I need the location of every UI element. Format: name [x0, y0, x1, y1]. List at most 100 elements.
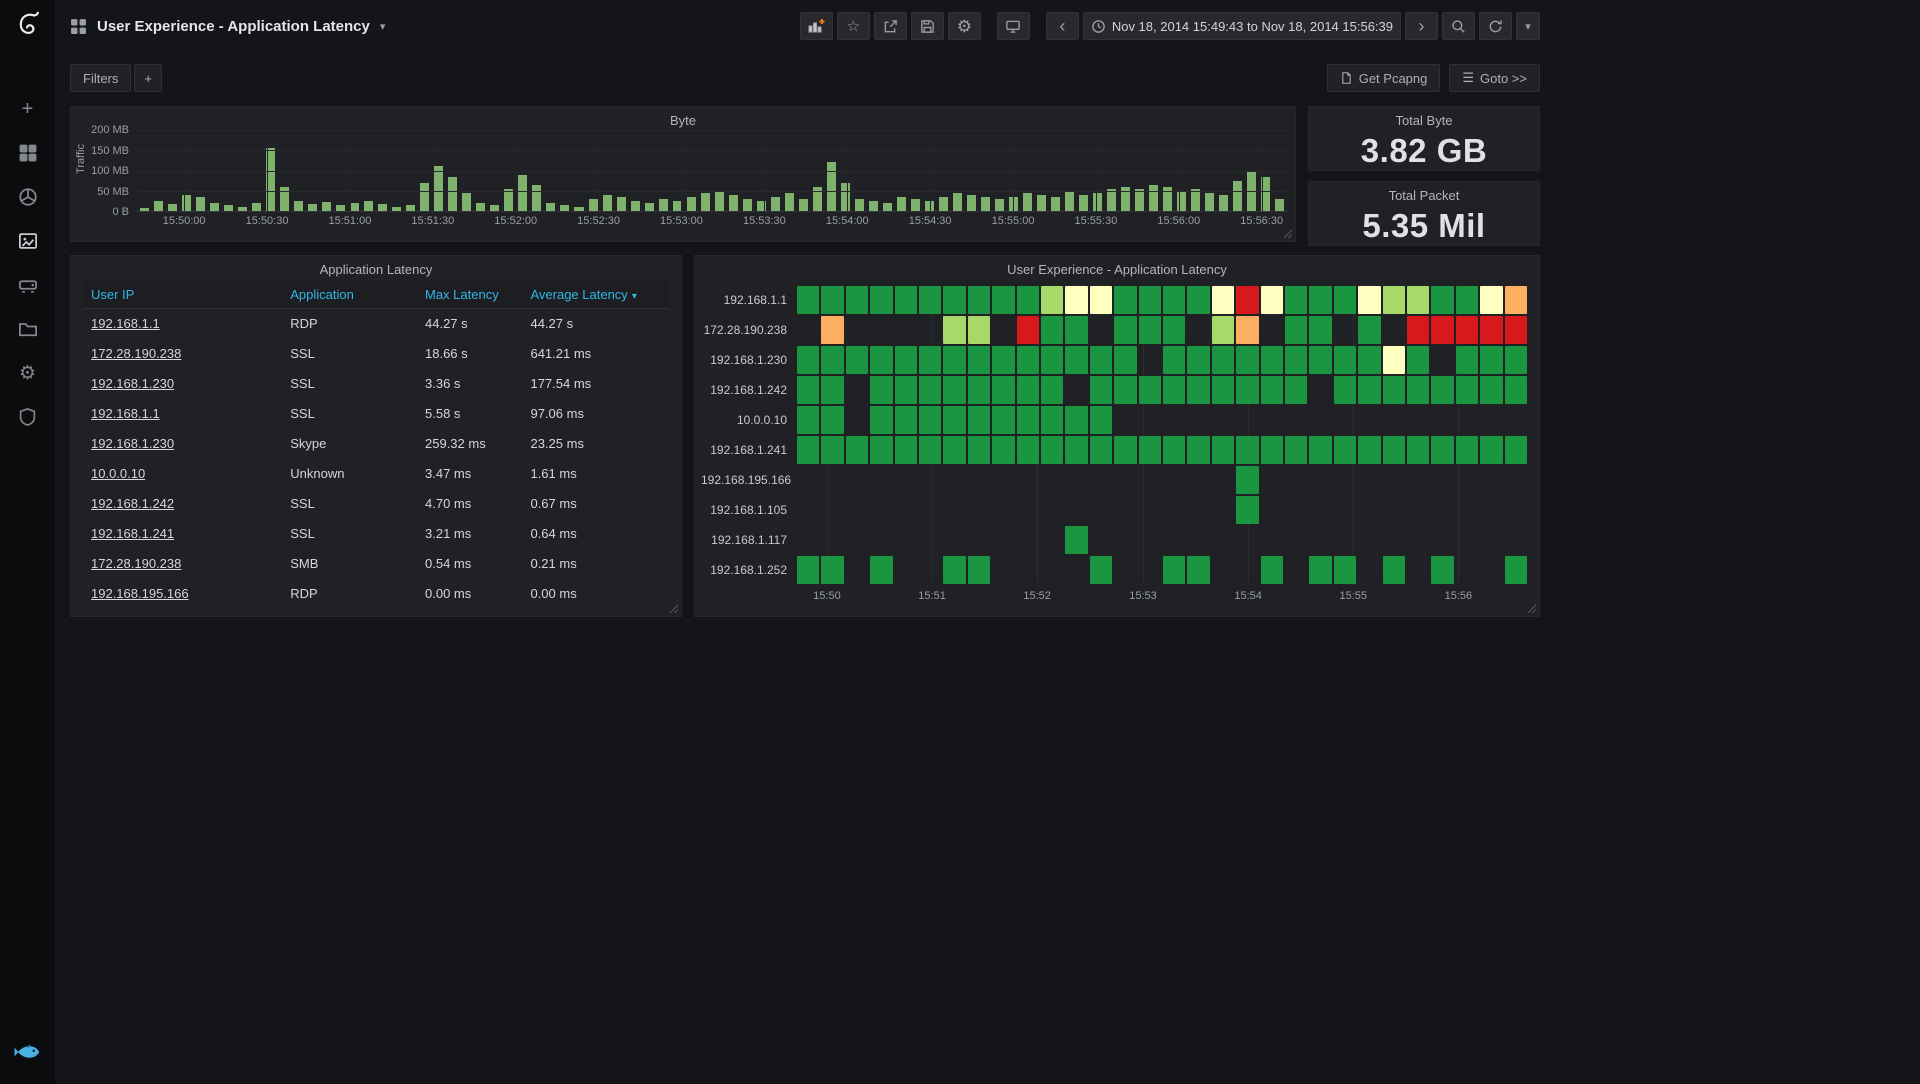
total-byte-title[interactable]: Total Byte [1309, 107, 1539, 128]
total-packet-title[interactable]: Total Packet [1309, 182, 1539, 203]
shield-icon[interactable] [17, 406, 39, 428]
user-ip-link[interactable]: 192.168.1.1 [91, 316, 160, 331]
heatmap-cell [943, 406, 965, 434]
column-header-average-latency[interactable]: Average Latency▾ [522, 281, 669, 309]
heatmap-cell [1114, 286, 1136, 314]
heatmap-cell [1407, 436, 1429, 464]
byte-x-ticks: 15:50:0015:50:3015:51:0015:51:3015:52:00… [137, 211, 1287, 229]
user-ip-link[interactable]: 10.0.0.10 [91, 466, 145, 481]
heatmap-cell [943, 286, 965, 314]
heatmap-cell [1163, 556, 1185, 584]
dashboard-title[interactable]: User Experience - Application Latency [97, 18, 370, 35]
heatmap-cell [1407, 406, 1429, 434]
dashboard-settings-button[interactable]: ⚙ [948, 12, 981, 40]
share-icon [883, 19, 898, 34]
user-ip-cell: 10.0.0.10 [83, 459, 282, 489]
byte-panel-title[interactable]: Byte [71, 107, 1295, 128]
user-ip-link[interactable]: 192.168.195.166 [91, 586, 189, 601]
heatmap-cell [870, 346, 892, 374]
caret-down-icon: ▾ [1525, 20, 1531, 33]
byte-bar [589, 199, 598, 211]
heatmap-cell [1285, 436, 1307, 464]
refresh-interval-dropdown[interactable]: ▾ [1516, 12, 1540, 40]
time-range-button[interactable]: Nov 18, 2014 15:49:43 to Nov 18, 2014 15… [1083, 12, 1401, 40]
sidebar-nav: + ⚙ [17, 98, 39, 428]
panel-resize-handle[interactable] [669, 604, 678, 613]
user-ip-link[interactable]: 192.168.1.1 [91, 406, 160, 421]
heatmap-cell [1431, 496, 1453, 524]
star-button[interactable]: ☆ [837, 12, 870, 40]
panels-image-icon[interactable] [17, 230, 39, 252]
shark-fish-icon[interactable] [13, 1041, 43, 1068]
byte-x-tick-label: 15:56:30 [1240, 215, 1283, 227]
heatmap-cell [1065, 376, 1087, 404]
aperture-icon[interactable] [17, 186, 39, 208]
app-logo[interactable] [8, 8, 48, 50]
folder-icon[interactable] [17, 318, 39, 340]
heatmap-cell [919, 496, 941, 524]
heatmap-cell [797, 496, 819, 524]
heatmap-cell [1212, 556, 1234, 584]
get-pcapng-button[interactable]: Get Pcapng [1327, 64, 1441, 92]
filters-button[interactable]: Filters [70, 64, 131, 92]
heatmap-cell [1407, 466, 1429, 494]
heatmap-cell [1505, 346, 1527, 374]
user-ip-cell: 192.168.1.1 [83, 309, 282, 339]
user-ip-link[interactable]: 192.168.1.230 [91, 376, 174, 391]
user-ip-link[interactable]: 172.28.190.238 [91, 346, 181, 361]
share-button[interactable] [874, 12, 907, 40]
heatmap-cell [1358, 496, 1380, 524]
heatmap-cell [821, 346, 843, 374]
heatmap-cell [1309, 286, 1331, 314]
refresh-button[interactable] [1479, 12, 1512, 40]
heatmap-cell [870, 496, 892, 524]
heatmap-cell [992, 436, 1014, 464]
panel-resize-handle[interactable] [1527, 604, 1536, 613]
heatmap-cell [968, 406, 990, 434]
gridline [350, 130, 351, 211]
user-ip-link[interactable]: 192.168.1.241 [91, 526, 174, 541]
goto-button[interactable]: ☰ Goto >> [1449, 64, 1540, 92]
add-panel-button[interactable] [800, 12, 833, 40]
heatmap-panel-title[interactable]: User Experience - Application Latency [695, 256, 1539, 277]
dashboards-grid-icon[interactable] [17, 142, 39, 164]
heatmap-cell [1309, 526, 1331, 554]
save-button[interactable] [911, 12, 944, 40]
user-ip-cell: 192.168.1.230 [83, 429, 282, 459]
gridline [267, 130, 268, 211]
gridline [137, 150, 1287, 151]
column-header-max-latency[interactable]: Max Latency [417, 281, 522, 309]
heatmap-cell [1041, 496, 1063, 524]
title-caret-down-icon[interactable]: ▾ [380, 20, 386, 33]
heatmap-cell [1163, 376, 1185, 404]
heatmap-cell [1431, 556, 1453, 584]
user-ip-link[interactable]: 192.168.1.242 [91, 496, 174, 511]
heatmap-cell [846, 526, 868, 554]
server-drive-icon[interactable] [17, 274, 39, 296]
time-back-button[interactable]: ‹ [1046, 12, 1079, 40]
table-panel-title[interactable]: Application Latency [71, 256, 681, 277]
navbar: User Experience - Application Latency ▾ … [70, 0, 1540, 52]
heatmap-cell [1505, 376, 1527, 404]
zoom-out-button[interactable] [1442, 12, 1475, 40]
panel-resize-handle[interactable] [1283, 229, 1292, 238]
heatmap-cell [1334, 286, 1356, 314]
user-ip-link[interactable]: 172.28.190.238 [91, 556, 181, 571]
gridline [599, 130, 600, 211]
user-ip-link[interactable]: 192.168.1.230 [91, 436, 174, 451]
gear-icon[interactable]: ⚙ [17, 362, 39, 384]
byte-y-tick-label: 100 MB [91, 165, 129, 177]
add-filter-button[interactable]: + [134, 64, 162, 92]
create-plus-icon[interactable]: + [17, 98, 39, 120]
heatmap-row: 192.168.1.117 [701, 525, 1527, 555]
heatmap-cell [846, 376, 868, 404]
time-forward-button[interactable]: › [1405, 12, 1438, 40]
dashboard-grid-icon[interactable] [70, 18, 87, 35]
column-header-application[interactable]: Application [282, 281, 417, 309]
heatmap-cell [846, 286, 868, 314]
byte-x-tick-label: 15:51:00 [329, 215, 372, 227]
tv-mode-button[interactable] [997, 12, 1030, 40]
column-header-user-ip[interactable]: User IP [83, 281, 282, 309]
heatmap-cell [1187, 316, 1209, 344]
byte-bar [953, 193, 962, 211]
